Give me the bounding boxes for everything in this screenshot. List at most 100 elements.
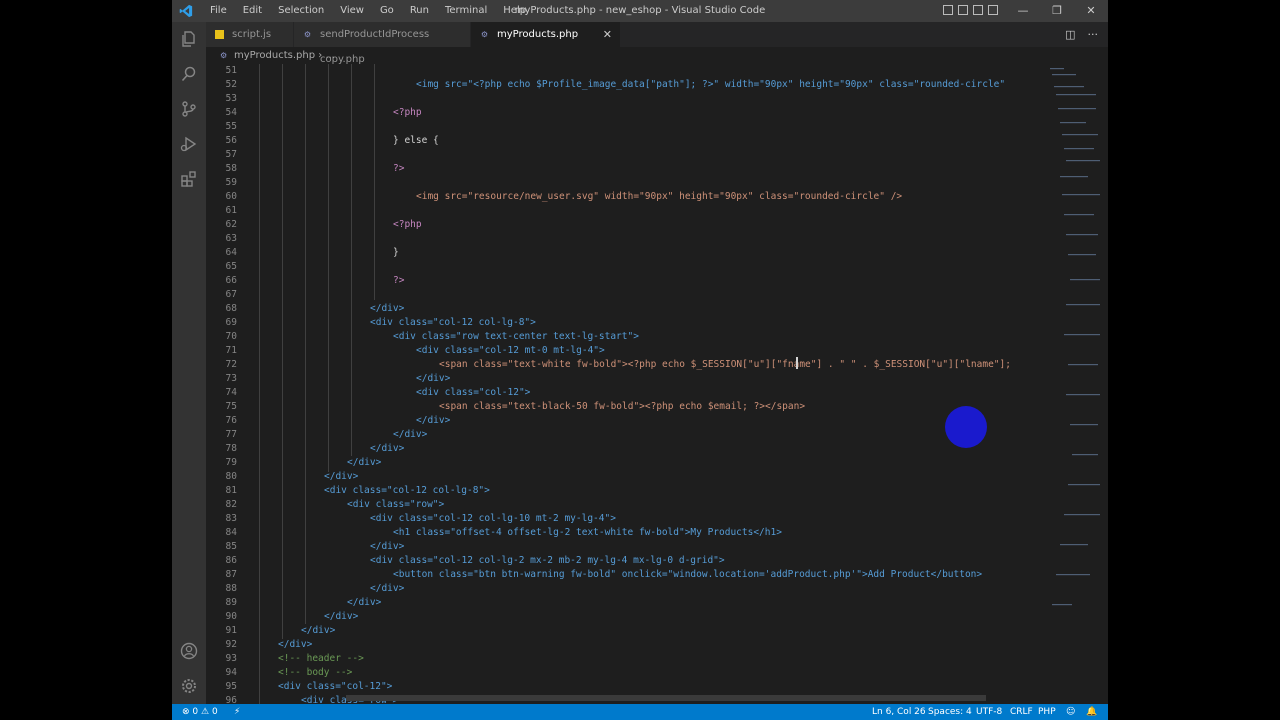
layout-controls xyxy=(943,5,998,15)
notifications-bell-icon[interactable]: 🔔 xyxy=(1086,704,1097,720)
code-line-54: <?php xyxy=(393,107,422,118)
close-tab-icon[interactable]: ✕ xyxy=(603,22,612,47)
line-number: 82 xyxy=(225,499,237,510)
line-number-gutter: 51 52 53 54 55 56 57 58 59 60 61 62 63 6… xyxy=(206,64,241,704)
breadcrumb-file[interactable]: myProducts.php xyxy=(234,50,315,61)
line-number: 57 xyxy=(225,149,237,160)
code-line-93: <!-- header --> xyxy=(278,653,364,664)
cursor-position[interactable]: Ln 6, Col 26 xyxy=(872,704,926,720)
code-editor[interactable]: 51 52 53 54 55 56 57 58 59 60 61 62 63 6… xyxy=(206,64,1108,704)
warning-count: 0 xyxy=(211,707,218,717)
code-line-68: </div> xyxy=(370,303,405,314)
line-number: 72 xyxy=(225,359,237,370)
tab-script-js[interactable]: script.js xyxy=(206,22,294,47)
account-icon[interactable] xyxy=(180,642,198,660)
activity-bar xyxy=(172,22,206,704)
code-line-87: <button class="btn btn-warning fw-bold" … xyxy=(393,569,983,580)
line-number: 73 xyxy=(225,373,237,384)
tab-label: myProducts.php xyxy=(497,29,579,40)
extensions-icon[interactable] xyxy=(180,170,198,188)
line-number: 96 xyxy=(225,695,237,704)
indent-guide xyxy=(351,64,352,456)
editor-actions: ◫ ··· xyxy=(1065,28,1098,41)
line-number: 70 xyxy=(225,331,237,342)
php-file-icon: ⚙ xyxy=(303,30,312,39)
line-number: 56 xyxy=(225,135,237,146)
tab-label: script.js xyxy=(232,29,272,40)
minimize-button[interactable]: — xyxy=(1006,0,1040,22)
line-number: 69 xyxy=(225,317,237,328)
line-number: 89 xyxy=(225,597,237,608)
code-line-76: </div> xyxy=(416,415,451,426)
line-number: 88 xyxy=(225,583,237,594)
toggle-sidebar-icon[interactable] xyxy=(943,5,953,15)
settings-gear-icon[interactable] xyxy=(180,677,198,695)
code-line-73: </div> xyxy=(416,373,451,384)
line-number: 74 xyxy=(225,387,237,398)
source-control-icon[interactable] xyxy=(180,100,198,118)
tab-send-product-id-process-copy[interactable]: ⚙ sendProductIdProcess copy.php xyxy=(294,22,471,65)
problems-indicator[interactable]: ⊗ 0 ⚠ 0 xyxy=(182,704,218,720)
line-number: 76 xyxy=(225,415,237,426)
menu-view[interactable]: View xyxy=(332,0,372,22)
status-bar: ⊗ 0 ⚠ 0 ⚡ Ln 6, Col 26 Spaces: 4 UTF-8 C… xyxy=(172,704,1108,720)
tab-my-products[interactable]: ⚙ myProducts.php ✕ xyxy=(471,22,621,47)
menu-edit[interactable]: Edit xyxy=(235,0,270,22)
php-file-icon: ⚙ xyxy=(480,30,489,39)
indent-guide xyxy=(328,64,329,472)
language-mode[interactable]: PHP xyxy=(1038,704,1056,720)
horizontal-scrollbar-thumb[interactable] xyxy=(346,695,986,701)
line-number: 66 xyxy=(225,275,237,286)
live-share-icon[interactable]: ⚡ xyxy=(234,704,240,720)
indentation-setting[interactable]: Spaces: 4 xyxy=(928,704,972,720)
menu-go[interactable]: Go xyxy=(372,0,402,22)
code-line-80: </div> xyxy=(324,471,359,482)
breadcrumb: ⚙ myProducts.php › ... xyxy=(206,47,1108,64)
line-number: 80 xyxy=(225,471,237,482)
encoding-setting[interactable]: UTF-8 xyxy=(976,704,1002,720)
minimap[interactable] xyxy=(1046,64,1102,704)
split-editor-icon[interactable]: ◫ xyxy=(1065,28,1075,41)
breadcrumb-rest[interactable]: ... xyxy=(325,50,335,61)
menu-selection[interactable]: Selection xyxy=(270,0,332,22)
code-line-81: <div class="col-12 col-lg-8"> xyxy=(324,485,490,496)
customize-layout-icon[interactable] xyxy=(988,5,998,15)
code-line-95: <div class="col-12"> xyxy=(278,681,393,692)
toggle-panel-icon[interactable] xyxy=(958,5,968,15)
code-line-72: <span class="text-white fw-bold"><?php e… xyxy=(439,359,1011,370)
code-line-70: <div class="row text-center text-lg-star… xyxy=(393,331,639,342)
code-line-62: <?php xyxy=(393,219,422,230)
warning-icon: ⚠ xyxy=(201,707,210,717)
close-window-button[interactable]: ✕ xyxy=(1074,0,1108,22)
menu-terminal[interactable]: Terminal xyxy=(437,0,495,22)
restore-button[interactable]: ❐ xyxy=(1040,0,1074,22)
files-icon[interactable] xyxy=(180,30,198,48)
indent-guide xyxy=(259,64,260,704)
line-number: 53 xyxy=(225,93,237,104)
search-icon[interactable] xyxy=(180,65,198,83)
line-number: 71 xyxy=(225,345,237,356)
code-line-94: <!-- body --> xyxy=(278,667,353,678)
line-number: 68 xyxy=(225,303,237,314)
line-number: 65 xyxy=(225,261,237,272)
code-area[interactable]: <img src="<?php echo $Profile_image_data… xyxy=(256,64,1011,704)
code-line-60: <img src="resource/new_user.svg" width="… xyxy=(416,191,903,202)
line-number: 64 xyxy=(225,247,237,258)
code-line-88: </div> xyxy=(370,583,405,594)
eol-setting[interactable]: CRLF xyxy=(1010,704,1033,720)
line-number: 87 xyxy=(225,569,237,580)
line-number: 61 xyxy=(225,205,237,216)
run-debug-icon[interactable] xyxy=(180,135,198,153)
menu-file[interactable]: File xyxy=(202,0,235,22)
code-line-79: </div> xyxy=(347,457,382,468)
line-number: 54 xyxy=(225,107,237,118)
feedback-icon[interactable]: ☺ xyxy=(1066,704,1075,720)
code-line-83: <div class="col-12 col-lg-10 mt-2 my-lg-… xyxy=(370,513,616,524)
toggle-secondary-sidebar-icon[interactable] xyxy=(973,5,983,15)
menu-help[interactable]: Help xyxy=(495,0,534,22)
code-line-52: <img src="<?php echo $Profile_image_data… xyxy=(416,79,1011,90)
more-actions-icon[interactable]: ··· xyxy=(1088,28,1099,41)
line-number: 79 xyxy=(225,457,237,468)
vscode-window: File Edit Selection View Go Run Terminal… xyxy=(172,0,1108,720)
menu-run[interactable]: Run xyxy=(402,0,437,22)
